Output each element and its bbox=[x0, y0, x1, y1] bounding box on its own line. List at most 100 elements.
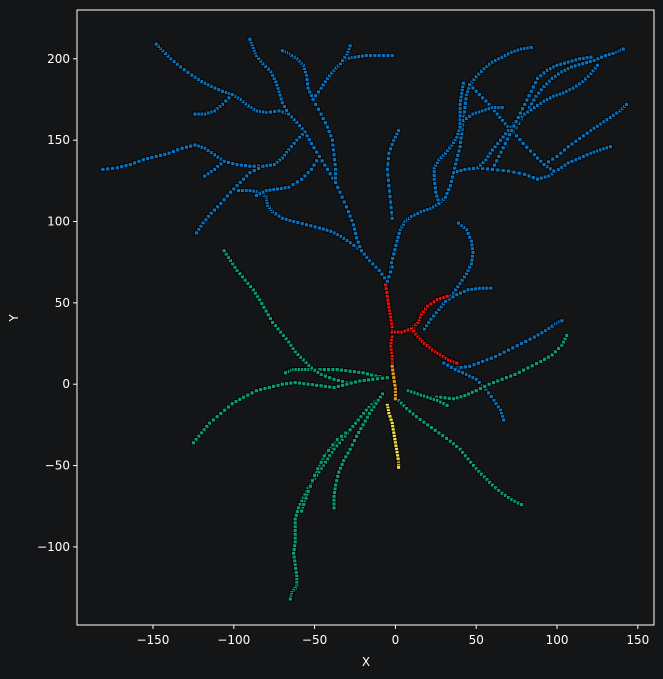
data-point bbox=[385, 161, 391, 167]
data-point bbox=[105, 166, 111, 172]
data-point bbox=[503, 375, 509, 381]
data-point bbox=[432, 181, 438, 186]
data-point bbox=[455, 152, 461, 158]
data-point bbox=[321, 453, 327, 459]
data-point bbox=[287, 596, 293, 602]
data-point bbox=[115, 165, 120, 171]
data-point bbox=[462, 105, 468, 110]
data-point bbox=[447, 183, 453, 189]
data-point bbox=[386, 183, 392, 189]
data-point bbox=[348, 380, 354, 386]
data-point bbox=[162, 151, 168, 157]
data-point bbox=[436, 201, 442, 207]
data-point bbox=[530, 84, 536, 90]
data-point bbox=[446, 395, 452, 401]
data-point bbox=[225, 159, 231, 165]
data-point bbox=[542, 356, 547, 362]
y-tick-label: −50 bbox=[45, 459, 70, 473]
data-point bbox=[340, 382, 346, 388]
data-point bbox=[469, 242, 475, 248]
data-point bbox=[343, 430, 349, 436]
data-point bbox=[514, 343, 520, 349]
data-point bbox=[311, 162, 317, 168]
data-point bbox=[364, 371, 370, 377]
data-point bbox=[331, 376, 337, 382]
data-point bbox=[149, 155, 155, 160]
data-point bbox=[349, 217, 355, 223]
data-point bbox=[462, 364, 468, 370]
data-point bbox=[524, 144, 530, 150]
data-point bbox=[389, 210, 395, 216]
data-point bbox=[569, 158, 575, 164]
data-point bbox=[350, 222, 356, 228]
data-point bbox=[530, 175, 536, 181]
data-point bbox=[325, 166, 330, 172]
data-point bbox=[448, 178, 454, 184]
data-point bbox=[100, 166, 106, 172]
data-point bbox=[469, 286, 475, 292]
data-point bbox=[330, 367, 336, 373]
data-point bbox=[251, 163, 257, 169]
x-tick-label: 100 bbox=[546, 633, 569, 647]
data-point bbox=[511, 169, 517, 175]
data-point bbox=[457, 144, 463, 150]
data-point bbox=[454, 157, 460, 163]
data-point bbox=[502, 140, 508, 146]
data-point bbox=[339, 194, 345, 200]
data-point bbox=[369, 372, 375, 378]
data-point bbox=[332, 486, 338, 492]
data-point bbox=[322, 373, 328, 379]
data-point bbox=[489, 166, 495, 172]
data-point bbox=[320, 116, 326, 121]
data-point bbox=[446, 187, 452, 192]
data-point bbox=[267, 109, 273, 115]
data-point bbox=[493, 354, 499, 359]
x-tick-label: −100 bbox=[217, 633, 250, 647]
data-point bbox=[528, 88, 534, 94]
data-point bbox=[312, 472, 318, 478]
data-point bbox=[320, 226, 326, 232]
data-point bbox=[431, 169, 437, 175]
data-point bbox=[251, 168, 257, 173]
data-point bbox=[380, 375, 385, 381]
data-point bbox=[495, 378, 501, 384]
data-point bbox=[386, 274, 392, 280]
data-point bbox=[525, 365, 531, 371]
data-point bbox=[202, 173, 208, 179]
data-point bbox=[462, 100, 468, 106]
data-point bbox=[519, 502, 524, 508]
data-point bbox=[528, 148, 533, 154]
data-point bbox=[524, 97, 530, 103]
data-point bbox=[309, 478, 315, 484]
x-tick-label: 150 bbox=[626, 633, 649, 647]
data-point bbox=[364, 414, 370, 420]
data-point bbox=[357, 244, 363, 249]
data-point bbox=[216, 87, 222, 93]
data-point bbox=[516, 369, 522, 375]
data-point bbox=[307, 483, 313, 489]
data-point bbox=[485, 166, 490, 172]
data-point bbox=[363, 53, 369, 58]
data-point bbox=[290, 182, 296, 188]
data-point bbox=[526, 93, 532, 99]
data-point bbox=[379, 271, 385, 277]
data-point bbox=[181, 67, 187, 73]
data-point bbox=[330, 147, 336, 153]
data-point bbox=[495, 167, 501, 173]
data-point bbox=[304, 222, 309, 228]
data-point bbox=[331, 497, 337, 503]
data-point bbox=[316, 153, 322, 159]
data-point bbox=[170, 149, 176, 154]
data-point bbox=[460, 80, 466, 86]
data-point bbox=[392, 247, 398, 253]
data-point bbox=[529, 363, 535, 369]
data-point bbox=[500, 145, 506, 151]
y-axis-label: Y bbox=[7, 314, 21, 323]
data-point bbox=[352, 369, 357, 375]
data-point bbox=[388, 269, 394, 275]
data-point bbox=[467, 363, 473, 369]
data-point bbox=[319, 158, 325, 164]
y-tick-label: 200 bbox=[47, 52, 70, 66]
data-point bbox=[444, 190, 450, 196]
data-point bbox=[441, 360, 447, 366]
